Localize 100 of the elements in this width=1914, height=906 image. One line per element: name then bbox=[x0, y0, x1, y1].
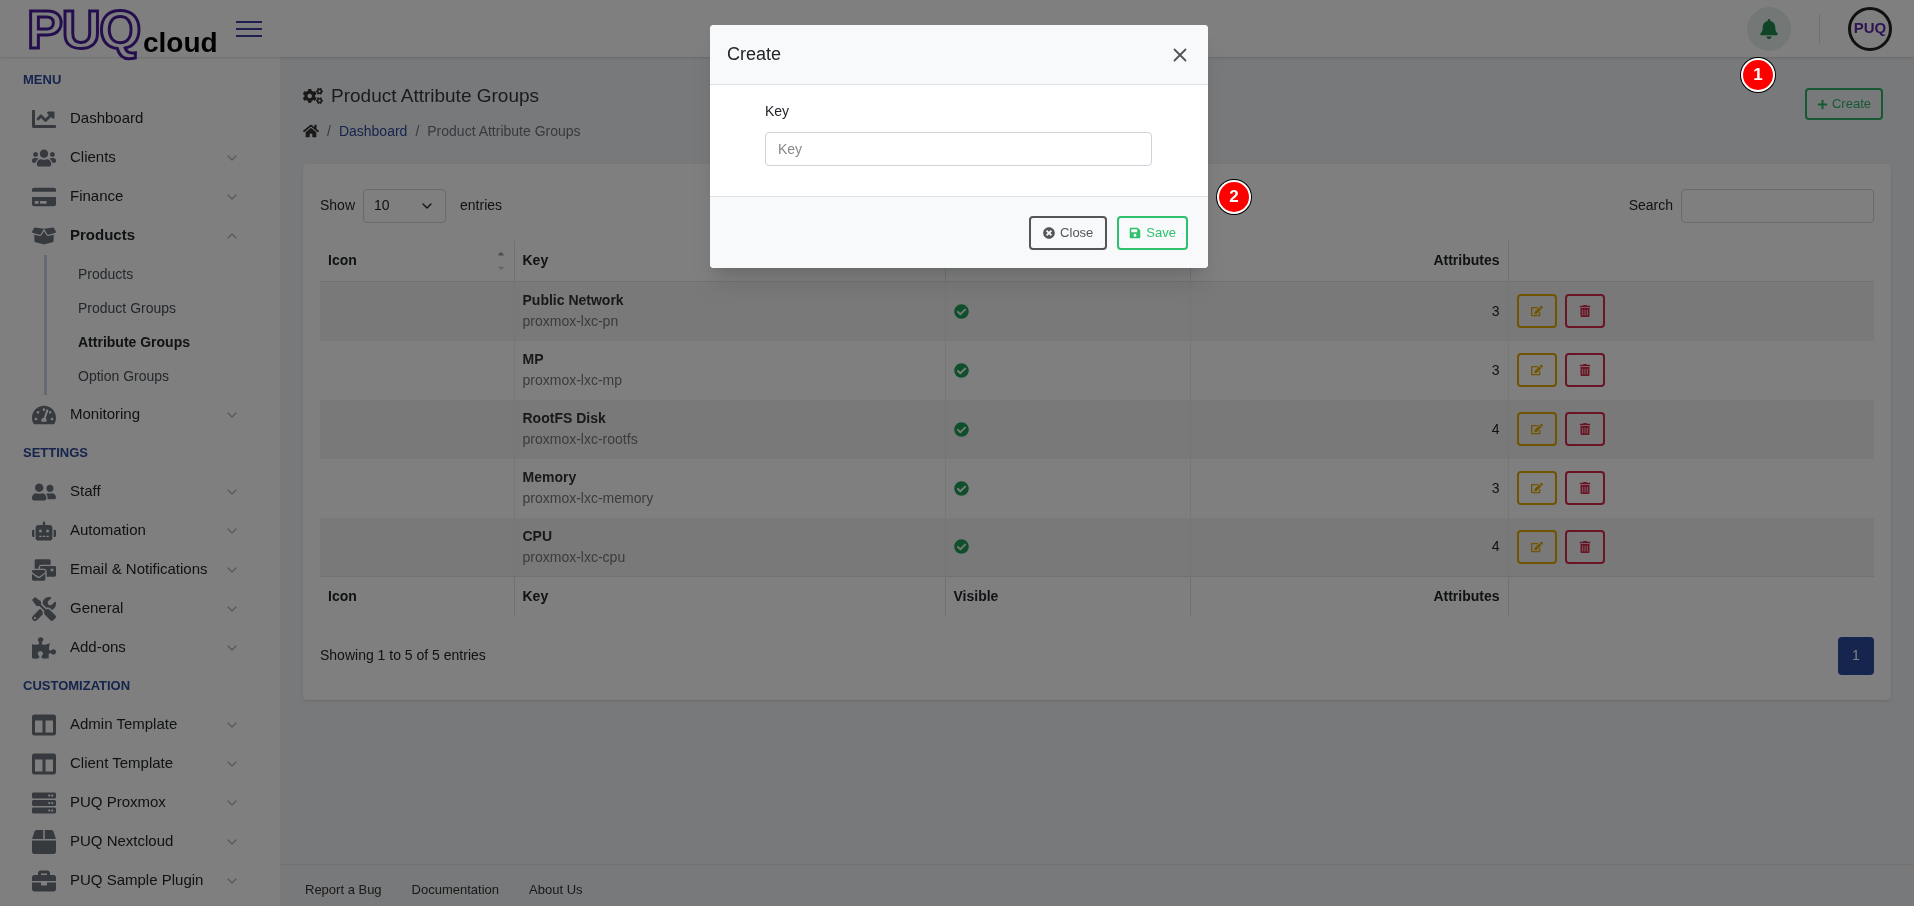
logo-word: cloud bbox=[142, 28, 218, 57]
edit-icon bbox=[1530, 305, 1543, 318]
briefcase-icon bbox=[32, 868, 56, 893]
sidebar-item[interactable]: Email & Notifications bbox=[0, 550, 280, 589]
table-cell: 3 bbox=[1190, 458, 1508, 518]
gears-icon bbox=[303, 86, 323, 107]
submenu-item[interactable]: Attribute Groups bbox=[47, 325, 280, 359]
delete-button[interactable] bbox=[1564, 294, 1605, 329]
table-cell: 4 bbox=[1190, 399, 1508, 459]
breadcrumb-separator: / bbox=[327, 121, 331, 141]
submenu-item[interactable]: Product Groups bbox=[47, 291, 280, 325]
table-info: Showing 1 to 5 of 5 entries bbox=[320, 646, 486, 665]
sidebar-item[interactable]: Finance bbox=[0, 177, 280, 216]
tools-icon bbox=[32, 596, 56, 621]
table-cell: 3 bbox=[1190, 340, 1508, 400]
sidebar-item[interactable]: PUQ Sample Plugin bbox=[0, 861, 280, 900]
search-label: Search bbox=[1628, 196, 1673, 215]
edit-button[interactable] bbox=[1516, 294, 1557, 329]
avatar[interactable]: PUQ bbox=[1848, 6, 1892, 51]
trash-icon bbox=[1578, 482, 1591, 494]
group-name: Memory bbox=[522, 468, 578, 487]
edit-button[interactable] bbox=[1516, 471, 1557, 505]
delete-button[interactable] bbox=[1564, 412, 1605, 446]
column-footer: Key bbox=[514, 576, 945, 617]
sidebar-item[interactable]: Dashboard bbox=[0, 99, 280, 138]
column-footer: Attributes bbox=[1190, 576, 1508, 617]
sidebar-item[interactable]: Client Template bbox=[0, 744, 280, 783]
trash-icon bbox=[1578, 540, 1591, 553]
puzzle-icon bbox=[32, 635, 56, 660]
sidebar-item[interactable]: Products bbox=[0, 216, 280, 255]
close-button[interactable]: Close bbox=[1029, 215, 1108, 250]
submenu-item[interactable]: Option Groups bbox=[47, 359, 280, 393]
sidebar-item[interactable]: Add-ons bbox=[0, 628, 280, 667]
group-name: CPU bbox=[522, 526, 554, 546]
delete-button[interactable] bbox=[1564, 529, 1605, 564]
delete-button[interactable] bbox=[1564, 353, 1605, 387]
callout-marker: 1 bbox=[1741, 58, 1775, 92]
page-size-select[interactable]: 10 bbox=[363, 188, 447, 223]
edit-icon bbox=[1530, 423, 1543, 435]
trash-icon bbox=[1578, 305, 1591, 318]
show-label: Show bbox=[320, 196, 356, 215]
plus-icon bbox=[1816, 98, 1828, 110]
page-title: Product Attribute Groups bbox=[331, 84, 540, 108]
entries-label: entries bbox=[460, 196, 503, 215]
submenu-item[interactable]: Products bbox=[47, 257, 280, 291]
home-icon[interactable] bbox=[303, 123, 319, 139]
trash-icon bbox=[1578, 423, 1591, 435]
group-name: RootFS Disk bbox=[522, 409, 607, 428]
group-name: Public Network bbox=[522, 291, 625, 311]
edit-icon bbox=[1530, 540, 1543, 553]
delete-button[interactable] bbox=[1564, 471, 1605, 505]
sort-icon bbox=[495, 250, 506, 271]
trash-icon bbox=[1578, 364, 1591, 376]
group-key: proxmox-lxc-mp bbox=[522, 370, 937, 391]
group-key: proxmox-lxc-rootfs bbox=[522, 429, 937, 450]
key-input[interactable]: Key bbox=[765, 132, 1152, 166]
sidebar-item[interactable]: Admin Template bbox=[0, 705, 280, 744]
section-heading: MENU bbox=[22, 71, 63, 90]
table-cell: 4 bbox=[1190, 517, 1508, 577]
sidebar-item[interactable]: Clients bbox=[0, 138, 280, 177]
group-key: proxmox-lxc-pn bbox=[522, 311, 937, 333]
server-icon bbox=[32, 790, 56, 815]
group-name: MP bbox=[522, 350, 545, 369]
footer-link[interactable]: Report a Bug bbox=[305, 879, 382, 900]
column-footer: Visible bbox=[945, 576, 1190, 617]
modal-title: Create bbox=[727, 43, 782, 66]
menu-icon[interactable] bbox=[235, 19, 262, 38]
search-field[interactable] bbox=[1681, 188, 1874, 223]
table-cell: 3 bbox=[1190, 281, 1508, 341]
field-label: Key bbox=[765, 102, 791, 121]
edit-icon bbox=[1530, 364, 1543, 376]
breadcrumb-current: Product Attribute Groups bbox=[427, 121, 581, 141]
breadcrumb-link[interactable]: Dashboard bbox=[338, 120, 408, 142]
page-button[interactable]: 1 bbox=[1838, 636, 1874, 675]
column-footer: Icon bbox=[320, 576, 514, 617]
box-icon bbox=[32, 829, 56, 854]
breadcrumb-separator: / bbox=[415, 121, 420, 141]
sidebar-item[interactable]: Automation bbox=[0, 511, 280, 550]
mail-icon bbox=[32, 557, 56, 582]
edit-button[interactable] bbox=[1516, 353, 1557, 387]
footer-link[interactable]: About Us bbox=[529, 879, 583, 900]
section-heading: SETTINGS bbox=[22, 444, 89, 463]
sidebar-item[interactable]: General bbox=[0, 589, 280, 628]
group-key: proxmox-lxc-memory bbox=[522, 488, 937, 509]
sidebar-item[interactable]: Staff bbox=[0, 472, 280, 511]
section-heading: CUSTOMIZATION bbox=[22, 677, 132, 696]
edit-button[interactable] bbox=[1516, 529, 1557, 564]
sidebar-item[interactable]: Monitoring bbox=[0, 395, 280, 434]
sidebar-item[interactable]: PUQ Nextcloud bbox=[0, 822, 280, 861]
group-key: proxmox-lxc-cpu bbox=[522, 546, 937, 568]
sidebar-item[interactable]: PUQ Proxmox bbox=[0, 783, 280, 822]
layout-icon bbox=[32, 712, 56, 737]
notification-button[interactable] bbox=[1747, 6, 1791, 51]
edit-icon bbox=[1530, 482, 1543, 494]
footer-link[interactable]: Documentation bbox=[411, 879, 500, 900]
column-header[interactable]: Icon bbox=[320, 240, 514, 282]
edit-button[interactable] bbox=[1516, 412, 1557, 446]
bell-icon bbox=[1759, 18, 1779, 39]
layout-icon bbox=[32, 751, 56, 776]
save-icon bbox=[1129, 226, 1142, 239]
